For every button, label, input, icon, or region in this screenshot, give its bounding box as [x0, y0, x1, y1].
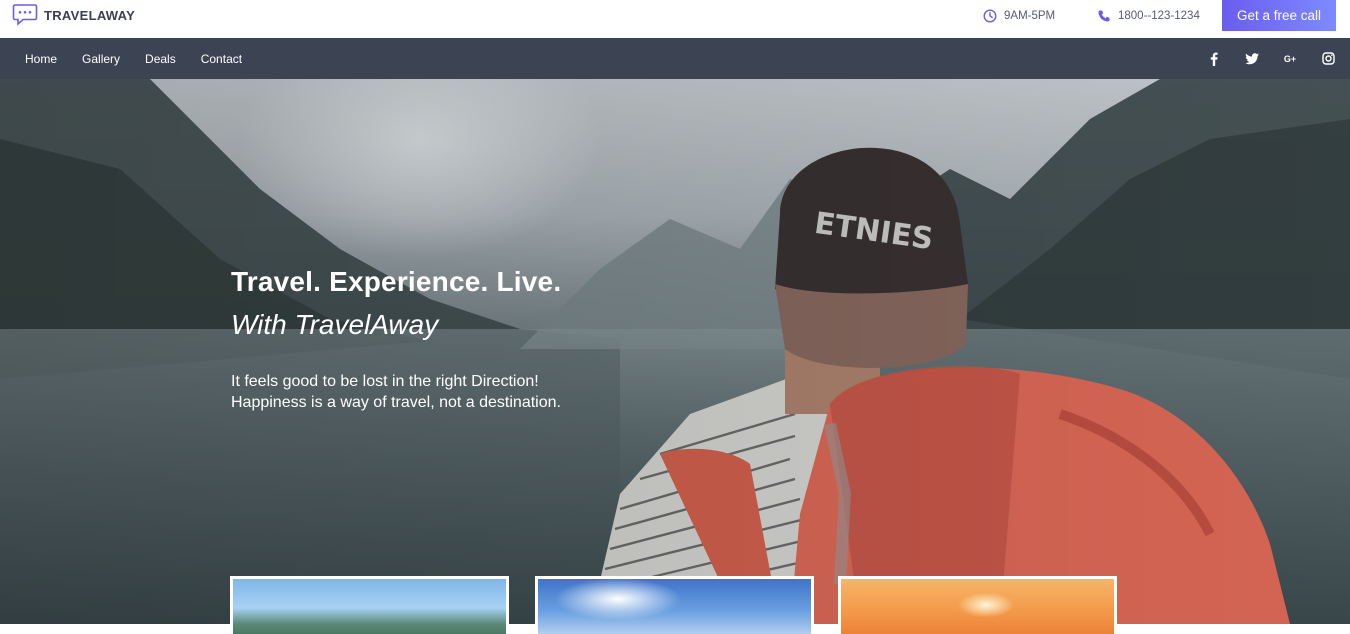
destination-card-2[interactable]: [535, 576, 814, 634]
hero-subtitle: With TravelAway: [231, 309, 439, 340]
main-nav: Home Gallery Deals Contact G+: [0, 38, 1350, 79]
clock-icon: [983, 8, 997, 23]
phone-number[interactable]: 1800--123-1234: [1097, 0, 1200, 31]
phone-text: 1800--123-1234: [1118, 9, 1200, 22]
nav-contact[interactable]: Contact: [201, 52, 242, 66]
destination-image-3: [841, 579, 1114, 634]
top-bar: TRAVELAWAY 9AM-5PM 1800--123-1234 Get a …: [0, 0, 1350, 38]
twitter-icon[interactable]: [1244, 51, 1260, 67]
hero-description-line-1: It feels good to be lost in the right Di…: [231, 373, 539, 390]
google-plus-icon[interactable]: G+: [1282, 51, 1298, 67]
chat-bubble-icon: [12, 4, 38, 26]
brand-name: TRAVELAWAY: [44, 7, 136, 23]
nav-home[interactable]: Home: [25, 52, 57, 66]
nav-deals[interactable]: Deals: [145, 52, 176, 66]
free-call-button[interactable]: Get a free call: [1222, 0, 1336, 31]
hero-banner: ETNIES Travel. Experience. Live. With Tr…: [0, 79, 1350, 624]
nav-gallery[interactable]: Gallery: [82, 52, 120, 66]
destination-image-1: [233, 579, 506, 634]
hero-overlay: [0, 79, 1350, 624]
nav-links: Home Gallery Deals Contact: [25, 38, 242, 79]
phone-icon: [1098, 10, 1110, 21]
social-links: G+: [1206, 38, 1336, 79]
hero-description: It feels good to be lost in the right Di…: [231, 371, 561, 413]
destination-card-3[interactable]: [838, 576, 1117, 634]
brand-logo[interactable]: TRAVELAWAY: [12, 3, 135, 27]
hero-text-block: Travel. Experience. Live. With TravelAwa…: [231, 265, 561, 413]
instagram-icon[interactable]: [1320, 51, 1336, 67]
facebook-icon[interactable]: [1206, 51, 1222, 67]
destination-card-1[interactable]: [230, 576, 509, 634]
google-plus-glyph: G+: [1283, 53, 1297, 64]
business-hours: 9AM-5PM: [983, 0, 1055, 31]
hero-description-line-2: Happiness is a way of travel, not a dest…: [231, 394, 561, 411]
hours-text: 9AM-5PM: [1004, 9, 1056, 22]
hero-title: Travel. Experience. Live.: [231, 266, 562, 297]
destination-image-2: [538, 579, 811, 634]
